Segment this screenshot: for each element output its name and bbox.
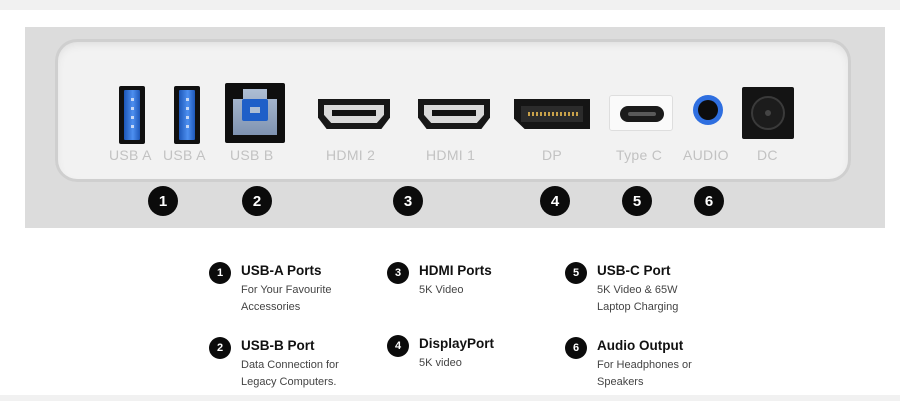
- hdmi-1-port: [418, 99, 490, 129]
- legend-number-badge: 4: [387, 335, 409, 357]
- legend-title: USB-A Ports: [241, 263, 322, 278]
- port-label-usb-b: USB B: [230, 147, 274, 163]
- usb-c-port: [609, 95, 673, 131]
- audio-jack: [693, 95, 723, 125]
- legend-description: For Your Favourite Accessories: [241, 282, 332, 316]
- usb-b-port: [225, 83, 285, 143]
- legend-number-badge: 6: [565, 337, 587, 359]
- port-label-audio: AUDIO: [683, 147, 729, 163]
- displayport-port: [514, 99, 590, 129]
- number-badge-1: 1: [148, 186, 178, 216]
- legend-title: DisplayPort: [419, 336, 495, 351]
- legend-title: HDMI Ports: [419, 263, 492, 278]
- legend-desc-line: Data Connection for: [241, 359, 339, 371]
- legend-title: USB-B Port: [241, 338, 315, 353]
- legend-desc-line: 5K Video & 65W: [597, 284, 678, 296]
- legend-number-badge: 5: [565, 262, 587, 284]
- number-badge-5: 5: [622, 186, 652, 216]
- legend-desc-line: Laptop Charging: [597, 301, 679, 313]
- port-label-dp: DP: [542, 147, 563, 163]
- port-label-hdmi-2: HDMI 2: [326, 147, 376, 163]
- legend-desc-line: Legacy Computers.: [241, 376, 337, 388]
- legend-number-badge: 3: [387, 262, 409, 284]
- number-badge-2: 2: [242, 186, 272, 216]
- legend-description: Data Connection for Legacy Computers.: [241, 357, 339, 391]
- legend-number-badge: 1: [209, 262, 231, 284]
- port-label-type-c: Type C: [616, 147, 663, 163]
- legend-desc-line: Accessories: [241, 301, 301, 313]
- port-label-dc: DC: [757, 147, 778, 163]
- usb-a-port-1: [119, 86, 145, 144]
- port-label-usb-a-1: USB A: [109, 147, 152, 163]
- legend-description: 5K Video & 65W Laptop Charging: [597, 282, 678, 316]
- dc-power-port: [742, 87, 794, 139]
- top-divider: [0, 0, 900, 10]
- port-label-usb-a-2: USB A: [163, 147, 206, 163]
- legend-title: Audio Output: [597, 338, 684, 353]
- legend-desc-line: 5K Video: [419, 284, 464, 296]
- legend-desc-line: For Headphones or: [597, 359, 692, 371]
- usb-a-port-2: [174, 86, 200, 144]
- number-badge-4: 4: [540, 186, 570, 216]
- legend-desc-line: 5K video: [419, 357, 462, 369]
- hdmi-2-port: [318, 99, 390, 129]
- legend-description: 5K video: [419, 355, 462, 372]
- number-badge-6: 6: [694, 186, 724, 216]
- legend-title: USB-C Port: [597, 263, 671, 278]
- port-label-hdmi-1: HDMI 1: [426, 147, 476, 163]
- legend-description: For Headphones or Speakers: [597, 357, 692, 391]
- legend-description: 5K Video: [419, 282, 463, 299]
- bottom-divider: [0, 395, 900, 401]
- number-badge-3: 3: [393, 186, 423, 216]
- legend-number-badge: 2: [209, 337, 231, 359]
- legend-desc-line: Speakers: [597, 376, 644, 388]
- legend-desc-line: For Your Favourite: [241, 284, 332, 296]
